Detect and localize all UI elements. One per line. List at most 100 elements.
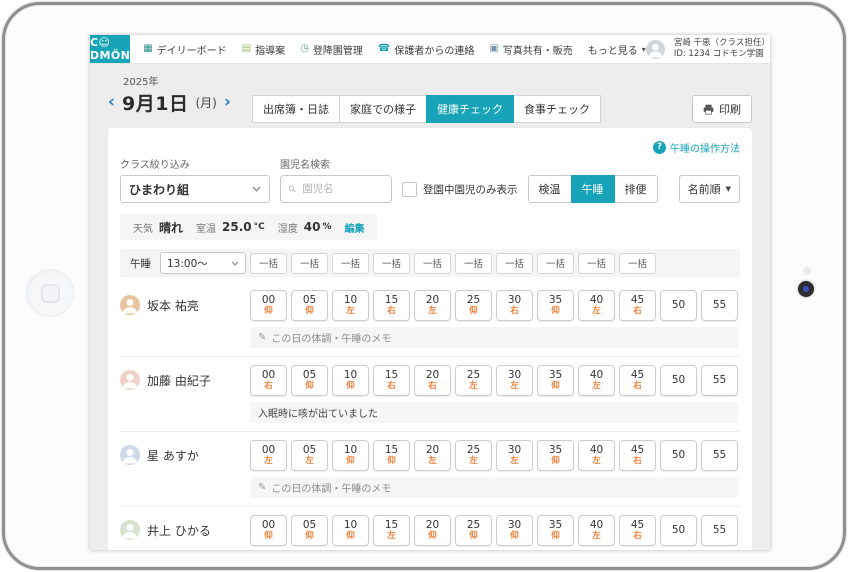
nap-cell[interactable]: 40左	[578, 365, 615, 396]
cell-time: 35	[549, 445, 562, 457]
nap-cell[interactable]: 35仰	[537, 515, 574, 546]
nap-cell[interactable]: 05仰	[291, 290, 328, 321]
class-select[interactable]: ひまわり組	[120, 175, 270, 203]
tab-3[interactable]: 食事チェック	[513, 95, 601, 123]
class-filter: クラス絞り込み ひまわり組	[120, 156, 270, 203]
search-input[interactable]	[300, 182, 384, 196]
nap-cell[interactable]: 30左	[496, 365, 533, 396]
nap-cell[interactable]: 00仰	[250, 290, 287, 321]
bulk-button-8[interactable]: 一括	[578, 253, 615, 274]
cell-time: 55	[713, 300, 726, 312]
nap-cell[interactable]: 05左	[291, 440, 328, 471]
nap-cell[interactable]: 00左	[250, 440, 287, 471]
nap-cell[interactable]: 25仰	[455, 515, 492, 546]
bulk-button-5[interactable]: 一括	[455, 253, 492, 274]
bulk-button-0[interactable]: 一括	[250, 253, 287, 274]
memo-field[interactable]: ✎この日の体調・午睡のメモ	[250, 477, 738, 498]
next-day-icon[interactable]: ›	[224, 94, 231, 111]
nap-cell[interactable]: 35仰	[537, 290, 574, 321]
memo-field[interactable]: ✎この日の体調・午睡のメモ	[250, 327, 738, 348]
codmon-logo[interactable]: C☺DMÖN	[90, 35, 130, 63]
bulk-button-1[interactable]: 一括	[291, 253, 328, 274]
nap-cell[interactable]: 25仰	[455, 290, 492, 321]
nap-cell[interactable]: 40左	[578, 515, 615, 546]
nav-item-0[interactable]: ▦デイリーボード	[143, 42, 226, 57]
nap-cell[interactable]: 55	[701, 365, 738, 396]
tab-2[interactable]: 健康チェック	[426, 95, 514, 123]
nap-cell[interactable]: 50	[660, 290, 697, 321]
nap-cell[interactable]: 15左	[373, 515, 410, 546]
nap-cell[interactable]: 15右	[373, 365, 410, 396]
nap-cell[interactable]: 30右	[496, 290, 533, 321]
nap-help-link[interactable]: ? 午睡の操作方法	[653, 140, 740, 154]
nap-cell[interactable]: 45右	[619, 365, 656, 396]
nap-cell[interactable]: 00仰	[250, 515, 287, 546]
sleep-position: 仰	[264, 532, 273, 541]
nap-cell[interactable]: 50	[660, 440, 697, 471]
memo-field[interactable]: 入眠時に咳が出ていました	[250, 402, 738, 423]
tab-0[interactable]: 出席簿・日誌	[252, 95, 340, 123]
user-info[interactable]: 宮崎 千恵（クラス担任） ID: 1234 コドモン学園	[674, 38, 770, 61]
cell-time: 05	[303, 370, 316, 382]
attending-only-checkbox[interactable]	[402, 182, 417, 197]
nav-item-5[interactable]: もっと見る▾	[588, 42, 646, 57]
nap-cell[interactable]: 35仰	[537, 365, 574, 396]
bulk-button-9[interactable]: 一括	[619, 253, 656, 274]
nap-cell[interactable]: 10仰	[332, 365, 369, 396]
nap-cell[interactable]: 10仰	[332, 440, 369, 471]
bulk-button-4[interactable]: 一括	[414, 253, 451, 274]
nap-cell[interactable]: 50	[660, 515, 697, 546]
print-button[interactable]: 印刷	[692, 95, 752, 123]
nap-cell[interactable]: 50	[660, 365, 697, 396]
sleep-position: 仰	[346, 532, 355, 541]
tab-1[interactable]: 家庭での様子	[339, 95, 427, 123]
nav-item-1[interactable]: ▤指導案	[242, 42, 285, 57]
nap-cell[interactable]: 20左	[414, 290, 451, 321]
cell-time: 00	[262, 295, 275, 307]
mode-button-0[interactable]: 検温	[528, 175, 572, 203]
nav-item-3[interactable]: ☎保護者からの連絡	[378, 42, 474, 57]
prev-day-icon[interactable]: ‹	[108, 94, 115, 111]
nap-cell[interactable]: 25左	[455, 365, 492, 396]
sleep-position: 仰	[387, 457, 396, 466]
mode-button-1[interactable]: 午睡	[571, 175, 615, 203]
bulk-button-3[interactable]: 一括	[373, 253, 410, 274]
bulk-button-6[interactable]: 一括	[496, 253, 533, 274]
bulk-button-2[interactable]: 一括	[332, 253, 369, 274]
mode-button-2[interactable]: 排便	[614, 175, 658, 203]
nap-cell[interactable]: 30仰	[496, 515, 533, 546]
nap-cell[interactable]: 20左	[414, 440, 451, 471]
memo-placeholder: この日の体調・午睡のメモ	[271, 480, 391, 495]
bulk-button-row: 一括一括一括一括一括一括一括一括一括一括	[250, 253, 656, 274]
nap-cell[interactable]: 10仰	[332, 515, 369, 546]
nap-cell[interactable]: 00右	[250, 365, 287, 396]
nap-cell[interactable]: 25左	[455, 440, 492, 471]
nap-cell[interactable]: 45右	[619, 515, 656, 546]
nap-cell[interactable]: 45右	[619, 440, 656, 471]
nap-cell[interactable]: 05仰	[291, 365, 328, 396]
nap-cell[interactable]: 20右	[414, 365, 451, 396]
nav-item-4[interactable]: ▣写真共有・販売	[489, 42, 572, 57]
weather-edit-link[interactable]: 編集	[344, 220, 364, 235]
nap-cell[interactable]: 20仰	[414, 515, 451, 546]
nap-cell[interactable]: 40左	[578, 290, 615, 321]
nap-cell[interactable]: 55	[701, 440, 738, 471]
nap-cell[interactable]: 35仰	[537, 440, 574, 471]
nap-cell[interactable]: 40左	[578, 440, 615, 471]
nap-cell[interactable]: 55	[701, 290, 738, 321]
nap-time-select[interactable]: 13:00〜	[160, 252, 246, 274]
home-button[interactable]	[26, 269, 74, 317]
nap-cell[interactable]: 55	[701, 515, 738, 546]
nap-cell[interactable]: 45右	[619, 290, 656, 321]
nap-cell[interactable]: 05仰	[291, 515, 328, 546]
nap-cell[interactable]: 15右	[373, 290, 410, 321]
nav-item-2[interactable]: ◷登降園管理	[300, 42, 363, 57]
nap-cell[interactable]: 30左	[496, 440, 533, 471]
cell-time: 20	[426, 445, 439, 457]
search-field[interactable]	[280, 175, 392, 203]
bulk-button-7[interactable]: 一括	[537, 253, 574, 274]
sort-button[interactable]: 名前順 ▼	[679, 175, 740, 203]
child-identity: 星 あすか	[120, 440, 250, 465]
nap-cell[interactable]: 10左	[332, 290, 369, 321]
nap-cell[interactable]: 15仰	[373, 440, 410, 471]
